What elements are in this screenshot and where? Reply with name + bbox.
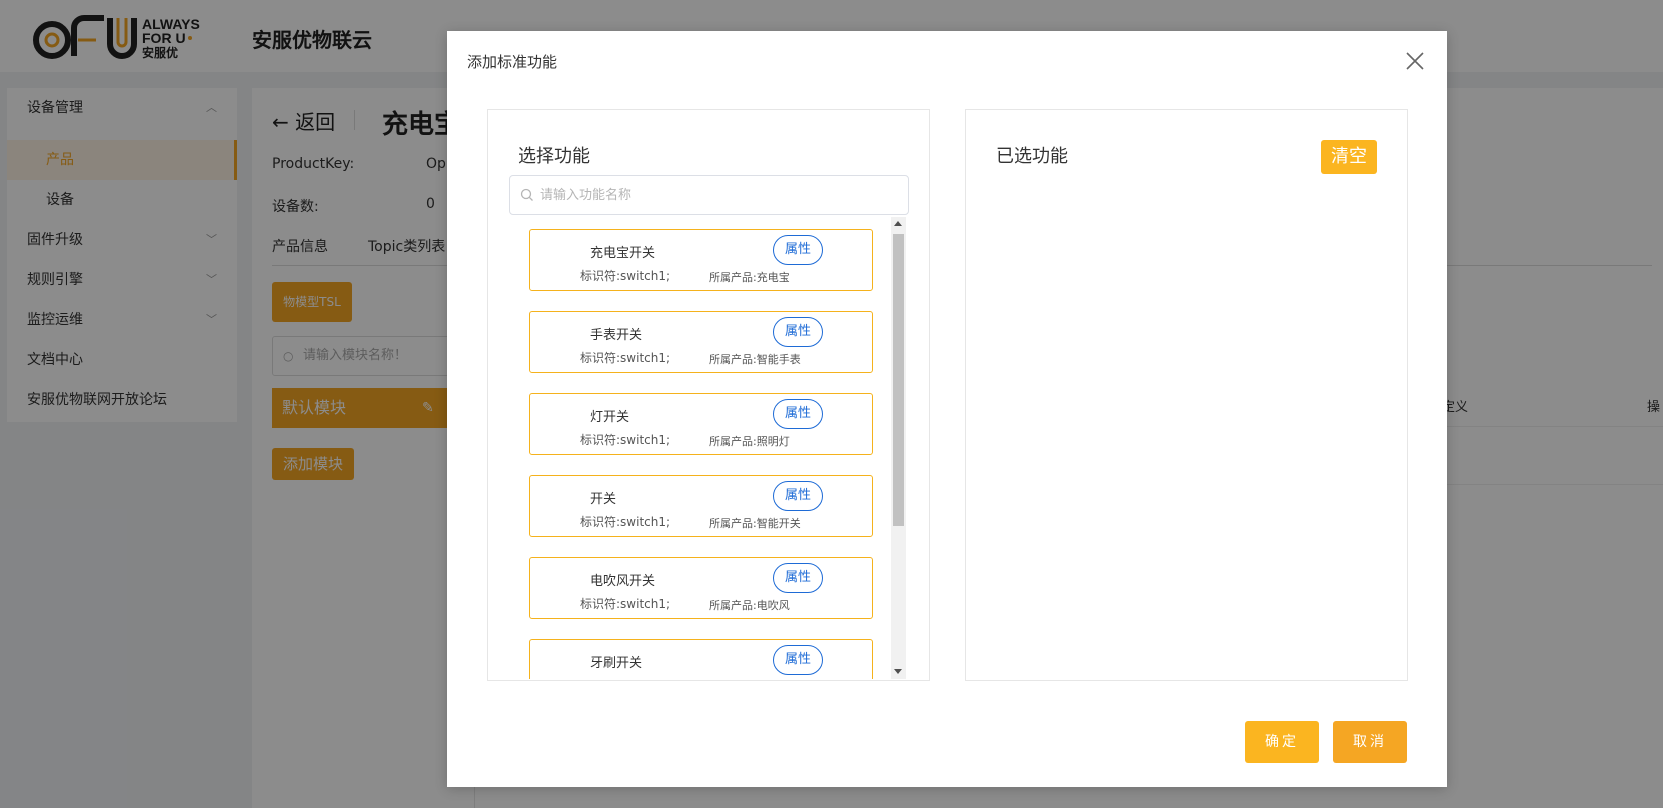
function-product: 所属产品:智能开关	[709, 517, 801, 530]
function-name: 灯开关	[590, 410, 630, 425]
function-name: 手表开关	[590, 328, 643, 343]
function-identifier: 标识符:switch1;	[580, 351, 671, 365]
function-product: 所属产品:充电宝	[709, 271, 790, 284]
select-function-panel: 选择功能 充电宝开关 属性 标识符:switch1; 所属产品:充电宝 手表开关…	[487, 109, 930, 681]
selected-function-title: 已选功能	[996, 146, 1068, 167]
cancel-button[interactable]: 取消	[1333, 721, 1407, 763]
function-item[interactable]: 牙刷开关 属性	[529, 639, 873, 679]
attribute-tag: 属性	[773, 317, 823, 347]
function-product: 所属产品:电吹风	[709, 599, 790, 612]
select-function-title: 选择功能	[518, 146, 590, 167]
function-item[interactable]: 电吹风开关 属性 标识符:switch1; 所属产品:电吹风	[529, 557, 873, 619]
function-identifier: 标识符:switch1;	[580, 433, 671, 447]
function-item[interactable]: 灯开关 属性 标识符:switch1; 所属产品:照明灯	[529, 393, 873, 455]
function-name: 充电宝开关	[590, 246, 656, 261]
attribute-tag: 属性	[773, 235, 823, 265]
function-identifier: 标识符:switch1;	[580, 597, 671, 611]
function-item[interactable]: 开关 属性 标识符:switch1; 所属产品:智能开关	[529, 475, 873, 537]
clear-button[interactable]: 清空	[1321, 140, 1377, 174]
function-identifier: 标识符:switch1;	[580, 269, 671, 283]
selected-function-panel: 已选功能 清空	[965, 109, 1408, 681]
add-standard-function-dialog: 添加标准功能 选择功能 充电宝开关 属性 标识符:switch1; 所属产品:充…	[447, 31, 1447, 787]
function-name: 牙刷开关	[590, 656, 643, 671]
close-icon[interactable]	[1403, 49, 1427, 73]
attribute-tag: 属性	[773, 481, 823, 511]
function-product: 所属产品:照明灯	[709, 435, 790, 448]
function-list[interactable]: 充电宝开关 属性 标识符:switch1; 所属产品:充电宝 手表开关 属性 标…	[509, 217, 889, 679]
function-name: 电吹风开关	[590, 574, 656, 589]
search-icon	[520, 188, 533, 201]
function-identifier: 标识符:switch1;	[580, 515, 671, 529]
attribute-tag: 属性	[773, 645, 823, 675]
function-list-scrollbar[interactable]	[891, 217, 906, 679]
scroll-up-arrow-icon[interactable]	[894, 221, 902, 226]
function-name: 开关	[590, 492, 617, 507]
confirm-button[interactable]: 确定	[1245, 721, 1319, 763]
scroll-down-arrow-icon[interactable]	[894, 669, 902, 674]
dialog-title: 添加标准功能	[467, 53, 558, 71]
function-search-field[interactable]	[509, 175, 909, 215]
attribute-tag: 属性	[773, 399, 823, 429]
function-search-input[interactable]	[540, 176, 900, 214]
function-item[interactable]: 手表开关 属性 标识符:switch1; 所属产品:智能手表	[529, 311, 873, 373]
attribute-tag: 属性	[773, 563, 823, 593]
function-item[interactable]: 充电宝开关 属性 标识符:switch1; 所属产品:充电宝	[529, 229, 873, 291]
scrollbar-thumb[interactable]	[893, 234, 904, 526]
function-product: 所属产品:智能手表	[709, 353, 801, 366]
